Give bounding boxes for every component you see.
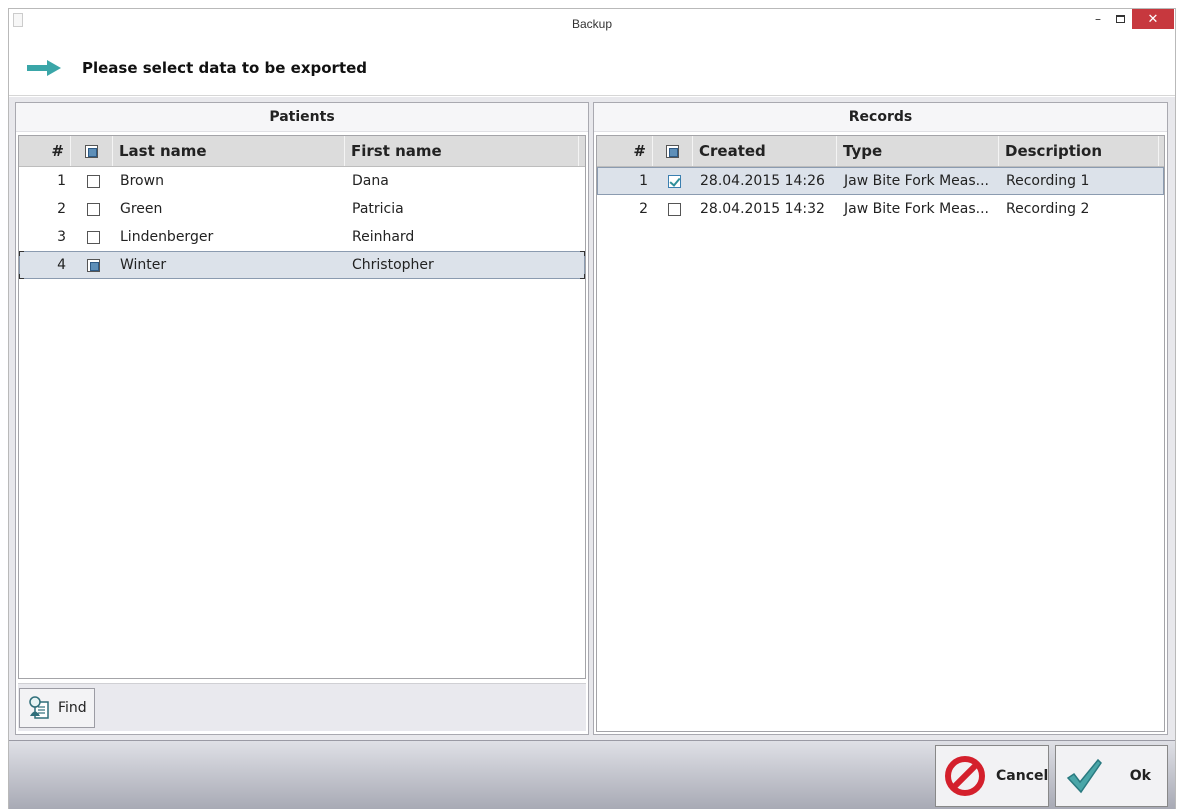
header-last-name[interactable]: Last name (113, 136, 345, 166)
first-name-cell: Dana (352, 173, 389, 189)
last-name-cell: Lindenberger (120, 229, 214, 245)
table-row[interactable]: 4 Winter Christopher (19, 251, 585, 279)
close-button[interactable]: ✕ (1132, 9, 1174, 29)
find-person-icon (29, 696, 49, 719)
title-bar: Backup – ✕ (9, 9, 1175, 39)
header-type[interactable]: Type (837, 136, 999, 166)
header-select-all[interactable] (653, 136, 693, 166)
select-all-checkbox[interactable] (666, 144, 679, 158)
checkmark-icon (1066, 758, 1102, 794)
patients-title: Patients (16, 103, 588, 132)
instruction-text: Please select data to be exported (82, 59, 368, 77)
records-grid[interactable]: # Created Type Description 1 28.04.2015 1… (596, 135, 1165, 732)
row-num: 1 (57, 173, 66, 189)
row-num: 2 (57, 201, 66, 217)
row-checkbox[interactable] (86, 258, 100, 272)
maximize-button[interactable] (1109, 9, 1131, 29)
row-checkbox-cell[interactable] (654, 174, 694, 188)
focus-corner (580, 274, 585, 279)
records-rows: 1 28.04.2015 14:26 Jaw Bite Fork Meas... Re… (597, 167, 1164, 223)
row-num: 2 (639, 201, 648, 217)
description-cell: Recording 2 (1006, 201, 1090, 217)
find-label: Find (58, 700, 87, 716)
footer-bar: Cancel Ok (9, 740, 1175, 809)
row-checkbox[interactable] (667, 202, 681, 216)
patients-grid-header: # Last name First name (19, 136, 585, 167)
cancel-button[interactable]: Cancel (935, 745, 1049, 807)
patients-rows: 1 Brown Dana 2 Green Patricia 3 Lindenberger Rei… (19, 167, 585, 279)
focus-corner (19, 251, 24, 256)
backup-window: Backup – ✕ Please select data to be expo… (8, 8, 1176, 809)
ok-button[interactable]: Ok (1055, 745, 1168, 807)
created-cell: 28.04.2015 14:26 (700, 173, 825, 189)
first-name-cell: Patricia (352, 201, 404, 217)
row-checkbox-cell[interactable] (72, 202, 114, 216)
type-cell: Jaw Bite Fork Meas... (844, 173, 990, 189)
row-num: 3 (57, 229, 66, 245)
created-cell: 28.04.2015 14:32 (700, 201, 825, 217)
row-num: 4 (57, 257, 66, 273)
instruction-header: Please select data to be exported (9, 39, 1175, 96)
records-panel: Records # Created Type Description 1 28.0… (593, 102, 1168, 735)
close-icon: ✕ (1147, 11, 1159, 27)
row-checkbox-cell[interactable] (654, 202, 694, 216)
header-first-name[interactable]: First name (345, 136, 579, 166)
find-button[interactable]: Find (19, 688, 95, 728)
table-row[interactable]: 1 Brown Dana (19, 167, 585, 195)
table-row[interactable]: 1 28.04.2015 14:26 Jaw Bite Fork Meas... Re… (597, 167, 1164, 195)
row-checkbox[interactable] (86, 230, 100, 244)
prohibited-icon (945, 756, 985, 796)
patients-grid[interactable]: # Last name First name 1 Brown Dana 2 Green P… (18, 135, 586, 679)
patients-panel: Patients # Last name First name 1 Brown Da… (15, 102, 589, 735)
header-num[interactable]: # (19, 136, 71, 166)
header-description[interactable]: Description (999, 136, 1159, 166)
header-num[interactable]: # (597, 136, 653, 166)
window-title: Backup (571, 17, 613, 31)
last-name-cell: Green (120, 201, 163, 217)
row-checkbox-cell[interactable] (72, 258, 114, 272)
minimize-button[interactable]: – (1087, 9, 1109, 29)
cancel-label: Cancel (996, 768, 1049, 784)
table-row[interactable]: 2 Green Patricia (19, 195, 585, 223)
row-checkbox-cell[interactable] (72, 174, 114, 188)
row-checkbox[interactable] (667, 174, 681, 188)
focus-corner (19, 274, 24, 279)
find-bar: Find (18, 683, 586, 731)
ok-label: Ok (1129, 768, 1151, 784)
row-checkbox-cell[interactable] (72, 230, 114, 244)
select-all-checkbox[interactable] (85, 144, 98, 158)
focus-corner (580, 251, 585, 256)
last-name-cell: Brown (120, 173, 164, 189)
row-num: 1 (639, 173, 648, 189)
header-select-all[interactable] (71, 136, 113, 166)
records-grid-header: # Created Type Description (597, 136, 1164, 167)
type-cell: Jaw Bite Fork Meas... (844, 201, 990, 217)
records-title: Records (594, 103, 1167, 132)
row-checkbox[interactable] (86, 202, 100, 216)
main-area: Patients # Last name First name 1 Brown Da… (9, 97, 1175, 740)
first-name-cell: Reinhard (352, 229, 415, 245)
table-row[interactable]: 2 28.04.2015 14:32 Jaw Bite Fork Meas... Re… (597, 195, 1164, 223)
right-arrow-icon (27, 60, 61, 76)
table-row[interactable]: 3 Lindenberger Reinhard (19, 223, 585, 251)
maximize-icon (1115, 15, 1125, 23)
row-checkbox[interactable] (86, 174, 100, 188)
last-name-cell: Winter (120, 257, 167, 273)
description-cell: Recording 1 (1006, 173, 1090, 189)
first-name-cell: Christopher (352, 257, 434, 273)
header-created[interactable]: Created (693, 136, 837, 166)
